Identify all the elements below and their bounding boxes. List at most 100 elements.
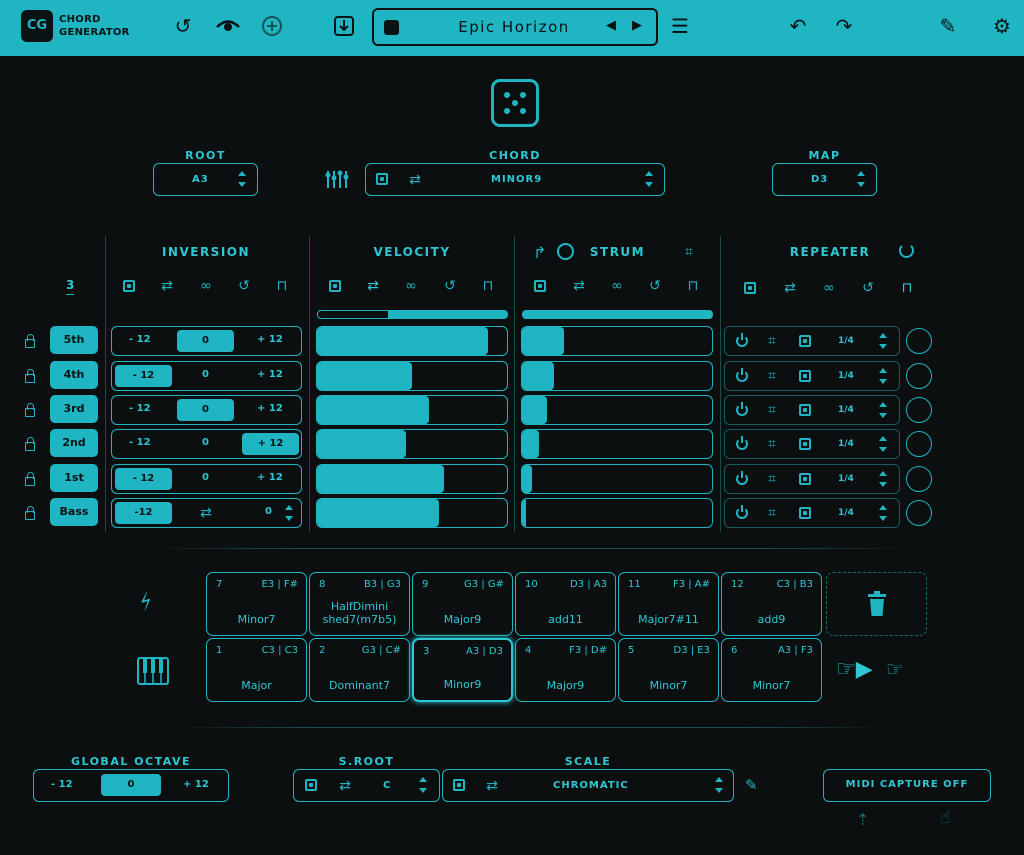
repeater-indicator[interactable]	[906, 431, 932, 457]
repeater-voice-power-icon[interactable]	[736, 436, 748, 450]
chord-pad[interactable]: 3 A3 | D3 Minor9	[412, 638, 513, 702]
add-icon[interactable]	[258, 12, 286, 40]
voice-lock-icon[interactable]	[25, 403, 35, 417]
voice-lock-icon[interactable]	[25, 334, 35, 348]
velocity-link-icon[interactable]: ∞	[402, 278, 420, 294]
velocity-slider[interactable]	[316, 361, 508, 391]
sroot-select[interactable]: ⇄ C	[293, 769, 440, 802]
inversion-plus-option[interactable]: + 12	[257, 403, 283, 414]
chord-pad[interactable]: 11 F3 | A# Major7#11	[618, 572, 719, 636]
inversion-zero-option[interactable]: 0	[202, 437, 209, 448]
repeater-rate-stepper-icon[interactable]	[878, 401, 888, 419]
strum-slider[interactable]	[521, 429, 713, 459]
prev-preset-icon[interactable]: ◀	[606, 18, 616, 33]
redo-icon[interactable]: ↷	[830, 12, 858, 40]
repeater-voice-sync-icon[interactable]: ⌗	[763, 333, 781, 349]
scale-random-dice-icon[interactable]	[453, 779, 465, 791]
chord-pad[interactable]: 7 E3 | F# Minor7	[206, 572, 307, 636]
voice-lock-icon[interactable]	[25, 506, 35, 520]
repeater-indicator[interactable]	[906, 363, 932, 389]
inversion-plus-option[interactable]: + 12	[242, 433, 299, 455]
strum-master-slider[interactable]	[522, 310, 713, 319]
velocity-slider[interactable]	[316, 464, 508, 494]
repeater-voice-power-icon[interactable]	[736, 505, 748, 519]
inversion-selector[interactable]: - 12 0 + 12	[111, 429, 302, 459]
repeater-voice-sync-icon[interactable]: ⌗	[763, 471, 781, 487]
inversion-zero-option[interactable]: 0	[202, 369, 209, 380]
repeater-indicator[interactable]	[906, 466, 932, 492]
voice-lock-icon[interactable]	[25, 437, 35, 451]
strum-slider[interactable]	[521, 361, 713, 391]
scale-stepper-icon[interactable]	[714, 776, 724, 794]
scale-select[interactable]: ⇄ CHROMATIC	[442, 769, 734, 802]
repeater-voice-sync-icon[interactable]: ⌗	[763, 402, 781, 418]
strum-slider[interactable]	[521, 326, 713, 356]
repeater-voice-dice-icon[interactable]	[799, 438, 811, 450]
repeater-rate-stepper-icon[interactable]	[878, 332, 888, 350]
inversion-minus-option[interactable]: - 12	[115, 365, 172, 387]
repeater-reset-icon[interactable]: ↺	[859, 280, 877, 296]
repeater-voice-dice-icon[interactable]	[799, 370, 811, 382]
chord-shuffle-icon[interactable]: ⇄	[406, 172, 424, 188]
preset-selector[interactable]: Epic Horizon ◀ ▶	[372, 8, 658, 46]
strum-link-icon[interactable]: ∞	[608, 278, 626, 294]
undo-icon[interactable]: ↶	[784, 12, 812, 40]
inversion-random-dice-icon[interactable]	[123, 280, 135, 292]
strum-timer-icon[interactable]	[557, 243, 574, 260]
strum-random-dice-icon[interactable]	[534, 280, 546, 292]
next-preset-icon[interactable]: ▶	[632, 18, 642, 33]
scale-edit-pencil-icon[interactable]: ✎	[745, 776, 758, 794]
velocity-reset-icon[interactable]: ↺	[441, 278, 459, 294]
voice-lock-icon[interactable]	[25, 472, 35, 486]
velocity-random-dice-icon[interactable]	[329, 280, 341, 292]
inversion-selector[interactable]: - 12 0 + 12	[111, 464, 302, 494]
repeater-voice-dice-icon[interactable]	[799, 335, 811, 347]
strum-shuffle-icon[interactable]: ⇄	[570, 278, 588, 294]
velocity-shuffle-icon[interactable]: ⇄	[364, 278, 382, 294]
inversion-stepper-icon[interactable]	[284, 504, 294, 522]
repeater-link-icon[interactable]: ∞	[820, 280, 838, 296]
strum-direction-icon[interactable]: ↱	[533, 243, 546, 262]
root-stepper-icon[interactable]	[237, 170, 247, 188]
inversion-selector[interactable]: - 12 0 + 12	[111, 326, 302, 356]
map-select[interactable]: D3	[772, 163, 877, 196]
reset-icon[interactable]: ↺	[169, 12, 197, 40]
inversion-plus-option[interactable]: + 12	[257, 334, 283, 345]
repeater-indicator[interactable]	[906, 500, 932, 526]
inversion-lock-icon[interactable]: ⊓	[273, 278, 291, 294]
chord-voicing-icon[interactable]	[325, 168, 349, 194]
brush-icon[interactable]: ✎	[934, 12, 962, 40]
sroot-stepper-icon[interactable]	[418, 776, 428, 794]
chord-pad[interactable]: 6 A3 | F3 Minor7	[721, 638, 822, 702]
repeater-voice-sync-icon[interactable]: ⌗	[763, 436, 781, 452]
repeater-indicator[interactable]	[906, 328, 932, 354]
map-stepper-icon[interactable]	[856, 170, 866, 188]
sroot-shuffle-icon[interactable]: ⇄	[336, 778, 354, 794]
voice-button[interactable]: 4th	[50, 361, 98, 389]
strum-reset-icon[interactable]: ↺	[646, 278, 664, 294]
repeater-voice-sync-icon[interactable]: ⌗	[763, 368, 781, 384]
repeater-rate-stepper-icon[interactable]	[878, 504, 888, 522]
scale-shuffle-icon[interactable]: ⇄	[483, 778, 501, 794]
inversion-minus-option[interactable]: - 12	[129, 437, 151, 448]
inversion-minus-option[interactable]: - 12	[129, 334, 151, 345]
inversion-minus-option[interactable]: -12	[115, 502, 172, 524]
voice-button[interactable]: 1st	[50, 464, 98, 492]
global-octave-selector[interactable]: - 12 0 + 12	[33, 769, 229, 802]
export-icon[interactable]: ⇡	[856, 810, 869, 829]
strum-sync-icon[interactable]: ⌗	[685, 244, 693, 260]
inversion-link-icon[interactable]: ∞	[197, 278, 215, 294]
repeater-indicator[interactable]	[906, 397, 932, 423]
chord-select[interactable]: ⇄ MINOR9	[365, 163, 665, 196]
repeater-voice-power-icon[interactable]	[736, 368, 748, 382]
voice-button[interactable]: 5th	[50, 326, 98, 354]
repeater-rate-stepper-icon[interactable]	[878, 470, 888, 488]
magic-wand-icon[interactable]: ⚡	[134, 588, 160, 617]
repeater-power-icon[interactable]	[899, 243, 914, 258]
velocity-lock-icon[interactable]: ⊓	[479, 278, 497, 294]
repeater-voice-power-icon[interactable]	[736, 333, 748, 347]
strum-slider[interactable]	[521, 395, 713, 425]
repeater-voice-power-icon[interactable]	[736, 402, 748, 416]
delete-drop-zone[interactable]	[826, 572, 927, 636]
midi-capture-button[interactable]: MIDI CAPTURE OFF	[823, 769, 991, 802]
